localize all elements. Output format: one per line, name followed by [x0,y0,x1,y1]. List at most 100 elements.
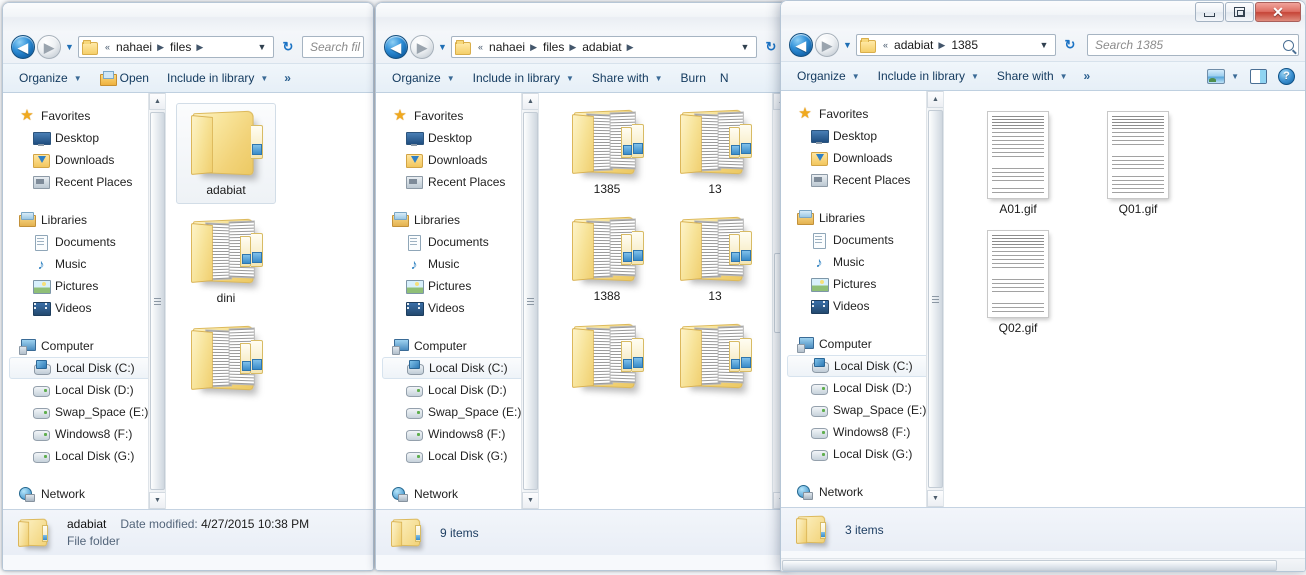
sidebar-item-swap-space-e[interactable]: Swap_Space (E:) [781,399,943,421]
title-bar[interactable] [376,3,789,31]
sidebar-item-pictures[interactable]: Pictures [376,275,538,297]
minimize-button[interactable] [1195,2,1224,22]
nav-header-favorites[interactable]: ★ Favorites [376,105,538,127]
sidebar-item-videos[interactable]: Videos [376,297,538,319]
breadcrumb-item-2[interactable]: files [541,40,566,54]
search-box[interactable]: Search 1385 [1087,34,1299,56]
nav-header-libraries[interactable]: Libraries [3,209,165,231]
search-icon[interactable] [1283,39,1294,51]
preview-pane-button[interactable] [1246,64,1271,88]
list-item[interactable] [665,317,765,402]
list-item[interactable]: 1385 [557,103,657,202]
sidebar-item-desktop[interactable]: Desktop [781,125,943,147]
forward-button[interactable]: ▶ [37,35,61,59]
sidebar-item-swap-space-e[interactable]: Swap_Space (E:) [3,401,165,423]
list-item[interactable]: A01.gif [962,107,1074,222]
list-item[interactable] [557,317,657,402]
address-history-dropdown[interactable]: ▼ [736,37,754,57]
breadcrumb-item-2[interactable]: 1385 [949,38,980,52]
scroll-up-button[interactable]: ▲ [927,91,943,108]
organize-button[interactable]: Organize ▼ [384,66,463,90]
breadcrumb-item-1[interactable]: nahaei [114,40,154,54]
sidebar-item-downloads[interactable]: Downloads [781,147,943,169]
breadcrumb-overflow-icon[interactable]: « [475,42,487,52]
file-list-pane[interactable]: adabiat dini [166,93,373,509]
share-with-button[interactable]: Share with ▼ [584,66,671,90]
scroll-down-button[interactable]: ▼ [522,492,538,509]
sidebar-item-documents[interactable]: Documents [781,229,943,251]
sidebar-item-local-disk-g[interactable]: Local Disk (G:) [781,443,943,465]
back-button[interactable]: ◀ [11,35,35,59]
address-history-dropdown[interactable]: ▼ [253,37,271,57]
sidebar-item-documents[interactable]: Documents [3,231,165,253]
file-list-pane[interactable]: 1385 13 1388 13 [539,93,789,509]
nav-header-network[interactable]: Network [781,481,943,503]
list-item[interactable] [176,319,276,404]
sidebar-item-windows8-f[interactable]: Windows8 (F:) [376,423,538,445]
breadcrumb-overflow-icon[interactable]: « [880,40,892,50]
sidebar-item-music[interactable]: ♪ Music [781,251,943,273]
forward-button[interactable]: ▶ [410,35,434,59]
title-bar[interactable] [3,3,373,31]
back-button[interactable]: ◀ [789,33,813,57]
address-bar[interactable]: « nahaei ▶ files ▶ adabiat ▶ ▼ [451,36,757,58]
refresh-button[interactable]: ↻ [276,36,300,58]
close-button[interactable]: ✕ [1255,2,1301,22]
nav-header-favorites[interactable]: ★ Favorites [781,103,943,125]
include-in-library-button[interactable]: Include in library ▼ [159,66,276,90]
title-bar[interactable]: ✕ [781,1,1305,29]
nav-header-network[interactable]: Network [3,483,165,505]
sidebar-item-desktop[interactable]: Desktop [3,127,165,149]
sidebar-item-downloads[interactable]: Downloads [376,149,538,171]
breadcrumb-item-1[interactable]: nahaei [487,40,527,54]
organize-button[interactable]: Organize ▼ [789,64,868,88]
sidebar-item-windows8-f[interactable]: Windows8 (F:) [781,421,943,443]
breadcrumb-item-2[interactable]: files [168,40,193,54]
breadcrumb[interactable]: « nahaei ▶ files ▶ [102,40,253,54]
sidebar-item-recent-places[interactable]: Recent Places [781,169,943,191]
nav-header-computer[interactable]: Computer [376,335,538,357]
sidebar-item-videos[interactable]: Videos [781,295,943,317]
scroll-down-button[interactable]: ▼ [927,490,943,507]
navigation-pane-scrollbar[interactable]: ▲ ▼ [926,91,943,507]
navigation-pane[interactable]: ★ Favorites Desktop Downloads Recent Pla… [3,93,166,509]
horizontal-scrollbar[interactable] [781,558,1305,571]
chevron-down-icon[interactable]: ▼ [1231,72,1239,81]
recent-pages-dropdown[interactable]: ▼ [436,35,449,59]
sidebar-item-local-disk-d[interactable]: Local Disk (D:) [3,379,165,401]
new-folder-button[interactable]: N [716,66,737,90]
sidebar-item-local-disk-d[interactable]: Local Disk (D:) [376,379,538,401]
breadcrumb[interactable]: « nahaei ▶ files ▶ adabiat ▶ [475,40,736,54]
sidebar-item-downloads[interactable]: Downloads [3,149,165,171]
sidebar-item-local-disk-g[interactable]: Local Disk (G:) [3,445,165,467]
include-in-library-button[interactable]: Include in library ▼ [870,64,987,88]
nav-header-computer[interactable]: Computer [781,333,943,355]
nav-header-network[interactable]: Network [376,483,538,505]
list-item[interactable]: 13 [665,103,765,202]
open-button[interactable]: Open [92,66,157,90]
burn-button[interactable]: Burn [673,66,714,90]
nav-header-libraries[interactable]: Libraries [376,209,538,231]
toolbar-overflow-button[interactable]: » [278,71,297,85]
navigation-pane[interactable]: ★ Favorites Desktop Downloads Recent Pla… [376,93,539,509]
navigation-pane-scrollbar[interactable]: ▲ ▼ [521,93,538,509]
sidebar-item-pictures[interactable]: Pictures [781,273,943,295]
breadcrumb-item-1[interactable]: adabiat [892,38,935,52]
sidebar-item-videos[interactable]: Videos [3,297,165,319]
explorer-window-files[interactable]: ◀ ▶ ▼ « nahaei ▶ files ▶ ▼ ↻ Search fil … [2,2,374,571]
share-with-button[interactable]: Share with ▼ [989,64,1076,88]
help-button[interactable]: ? [1274,64,1299,88]
list-item[interactable]: Q02.gif [962,226,1074,341]
sidebar-item-music[interactable]: ♪ Music [376,253,538,275]
organize-button[interactable]: Organize ▼ [11,66,90,90]
list-item[interactable]: 1388 [557,210,657,309]
explorer-window-1385[interactable]: ✕ ◀ ▶ ▼ « adabiat ▶ 1385 ▼ ↻ Search 1385… [780,0,1306,572]
sidebar-item-local-disk-d[interactable]: Local Disk (D:) [781,377,943,399]
sidebar-item-music[interactable]: ♪ Music [3,253,165,275]
search-box[interactable]: Search fil [302,36,364,58]
scrollbar-thumb[interactable] [150,112,165,490]
forward-button[interactable]: ▶ [815,33,839,57]
explorer-window-adabiat[interactable]: ◀ ▶ ▼ « nahaei ▶ files ▶ adabiat ▶ ▼ ↻ O… [375,2,790,571]
toolbar-overflow-button[interactable]: » [1078,69,1097,83]
sidebar-item-recent-places[interactable]: Recent Places [3,171,165,193]
